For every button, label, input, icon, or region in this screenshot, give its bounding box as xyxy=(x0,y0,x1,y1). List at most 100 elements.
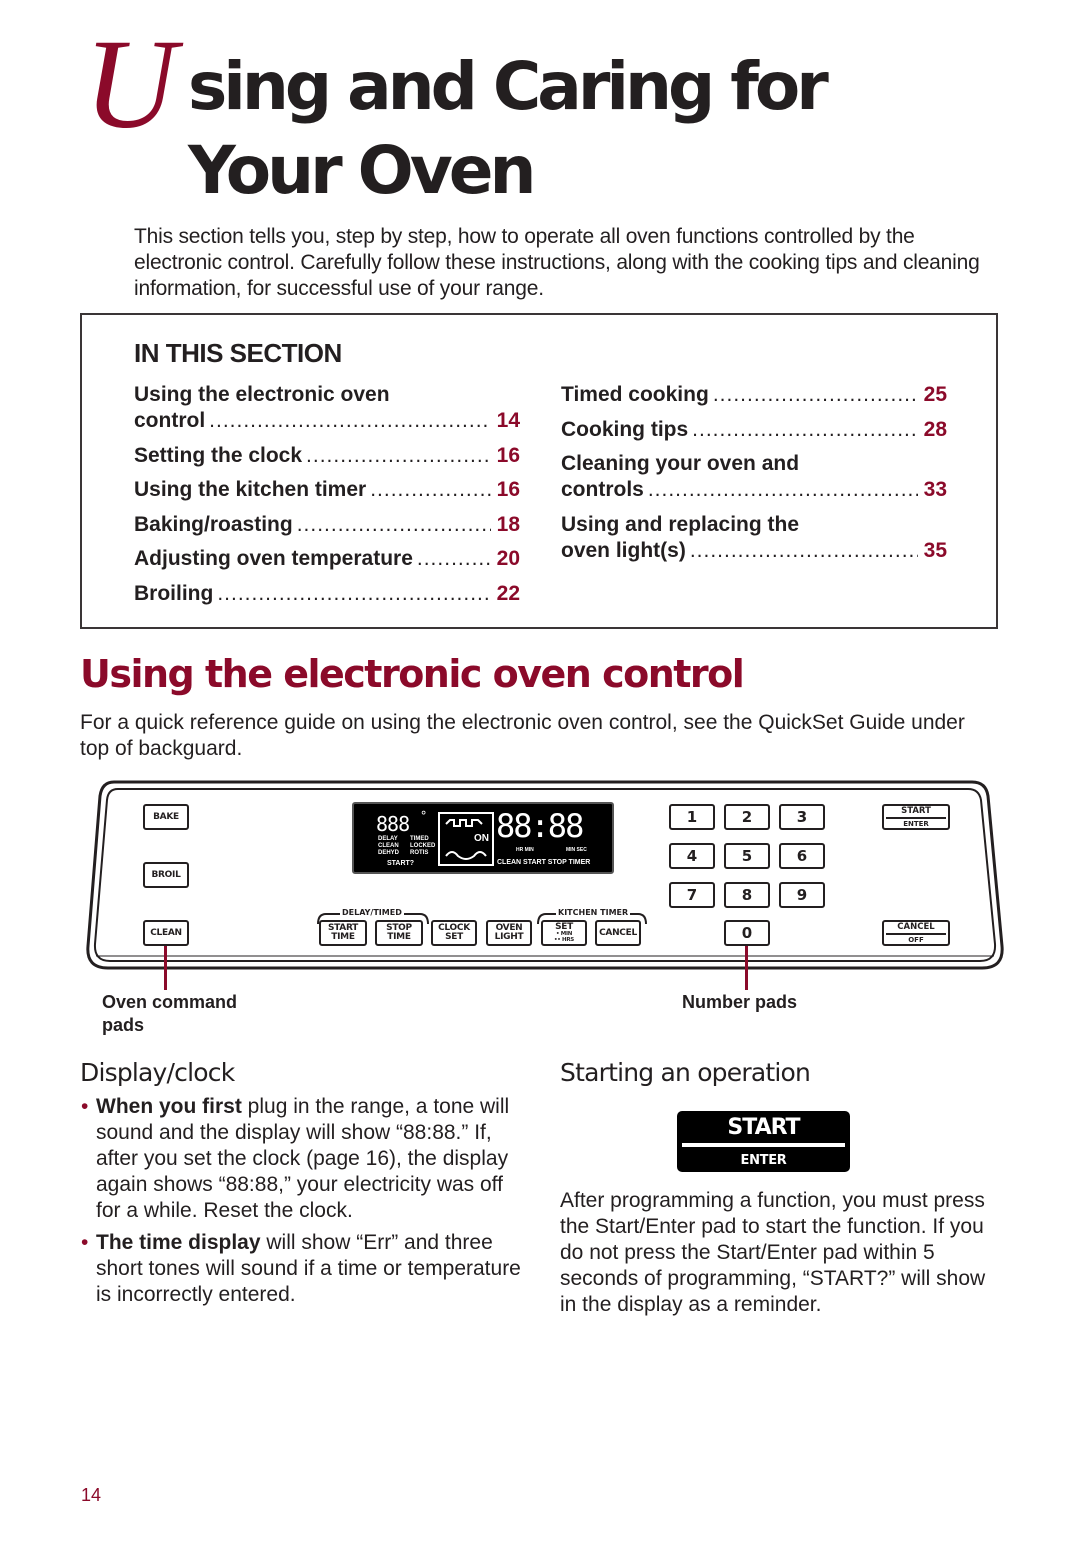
toc-item-label: Using the electronic oven xyxy=(134,383,390,406)
toc-page-number: 16 xyxy=(496,443,520,467)
number-pad-6[interactable]: 6 xyxy=(779,843,825,869)
enter-label: ENTER xyxy=(740,1153,787,1168)
callout-line-command-pads xyxy=(164,946,167,990)
toc-page-number: 18 xyxy=(496,512,520,536)
toc-item[interactable]: Adjusting oven temperature 20 xyxy=(134,546,520,572)
number-pad-8[interactable]: 8 xyxy=(724,882,770,908)
display-clock-heading: Display/clock xyxy=(80,1058,235,1087)
toc-item-label-cont: control xyxy=(134,409,206,432)
bullet-bold-lead: The time display xyxy=(96,1231,261,1254)
bullet-bold-lead: When you first xyxy=(96,1095,242,1118)
leader-dots xyxy=(297,512,491,538)
number-pad-7[interactable]: 7 xyxy=(669,882,715,908)
toc-item-label: Cleaning your oven and xyxy=(561,452,800,475)
toc-right-column: Timed cooking 25 Cooking tips 28 Cleanin… xyxy=(561,382,947,572)
pad-label: TIME xyxy=(331,932,355,942)
toc-item[interactable]: Setting the clock 16 xyxy=(134,443,520,469)
hr-min-label: HR MIN xyxy=(516,847,534,853)
leader-dots xyxy=(692,417,917,443)
number-pad-2[interactable]: 2 xyxy=(724,804,770,830)
toc-item-label: Baking/roasting xyxy=(134,512,293,536)
toc-item-label: Timed cooking xyxy=(561,383,709,406)
page-title-line-2: Your Oven xyxy=(188,132,536,209)
on-indicator: ON xyxy=(474,833,489,844)
toc-item-label-cont: controls xyxy=(561,478,644,501)
start-time-pad[interactable]: START TIME xyxy=(319,920,367,946)
indicator-delay: DELAY xyxy=(378,836,398,842)
leader-dots xyxy=(370,477,490,503)
clock-set-pad[interactable]: CLOCK SET xyxy=(431,920,477,946)
toc-item[interactable]: Cleaning your oven and controls 33 xyxy=(561,451,947,503)
indicator-dehyd: DEHYD xyxy=(378,850,400,856)
page-number: 14 xyxy=(81,1485,102,1505)
leader-dots xyxy=(713,382,918,408)
leader-dots xyxy=(648,477,918,503)
number-pad-3[interactable]: 3 xyxy=(779,804,825,830)
section-intro: For a quick reference guide on using the… xyxy=(80,711,965,760)
timer-cancel-pad[interactable]: CANCEL xyxy=(595,920,641,946)
number-pad-0[interactable]: 0 xyxy=(724,920,770,946)
start-enter-pad[interactable]: START ENTER xyxy=(882,804,950,830)
oven-light-pad[interactable]: OVEN LIGHT xyxy=(486,920,532,946)
bullet-item: • When you first plug in the range, a to… xyxy=(80,1094,525,1224)
callout-number-pads: Number pads xyxy=(682,992,798,1012)
leader-dots xyxy=(217,581,490,607)
number-pad-5[interactable]: 5 xyxy=(724,843,770,869)
toc-item[interactable]: Timed cooking 25 xyxy=(561,382,947,408)
starting-operation-heading: Starting an operation xyxy=(560,1058,811,1087)
toc-page-number: 22 xyxy=(496,581,520,605)
status-words: CLEAN START STOP TIMER xyxy=(497,859,591,866)
bullet-icon: • xyxy=(81,1231,89,1254)
pad-label: CANCEL xyxy=(897,921,935,932)
pad-label: SET xyxy=(445,932,463,942)
oven-display: 888 ° DELAY TIMED CLEAN LOCKED DEHYD ROT… xyxy=(352,802,614,874)
display-clock-bullets: • When you first plug in the range, a to… xyxy=(80,1094,525,1310)
min-sec-label: MIN SEC xyxy=(566,847,587,853)
toc-page-number: 20 xyxy=(496,547,520,570)
indicator-locked: LOCKED xyxy=(410,843,436,849)
bake-pad[interactable]: BAKE xyxy=(143,804,189,830)
temperature-degree: ° xyxy=(420,809,428,823)
callout-line-number-pads xyxy=(745,946,748,990)
toc-item[interactable]: Using the electronic oven control 14 xyxy=(134,382,520,434)
divider xyxy=(682,1143,845,1147)
cancel-off-pad[interactable]: CANCEL OFF xyxy=(882,920,950,946)
leader-dots xyxy=(306,443,491,469)
toc-item-label: Using the kitchen timer xyxy=(134,478,367,501)
temperature-digits: 888 xyxy=(376,812,410,836)
start-label: START xyxy=(727,1115,800,1140)
pad-label: TIME xyxy=(387,932,411,942)
indicator-timed: TIMED xyxy=(410,836,429,842)
indicator-rotis: ROTIS xyxy=(410,850,429,856)
clean-pad[interactable]: CLEAN xyxy=(143,920,189,946)
pad-label: ENTER xyxy=(903,819,929,828)
delay-timed-label: DELAY/TIMED xyxy=(340,908,404,917)
toc-item-label: Cooking tips xyxy=(561,417,689,441)
toc-item[interactable]: Using and replacing the oven light(s) 35 xyxy=(561,512,947,564)
page-title-line-1: sing and Caring for xyxy=(188,48,829,125)
number-pad-1[interactable]: 1 xyxy=(669,804,715,830)
leader-dots xyxy=(417,546,491,572)
toc-item[interactable]: Broiling 22 xyxy=(134,581,520,607)
callout-oven-command-pads: Oven command pads xyxy=(102,992,238,1035)
broil-pad[interactable]: BROIL xyxy=(143,862,189,888)
bullet-item: • The time display will show “Err” and t… xyxy=(80,1230,525,1308)
indicator-clean: CLEAN xyxy=(378,843,399,849)
stop-time-pad[interactable]: STOP TIME xyxy=(375,920,423,946)
number-pad-9[interactable]: 9 xyxy=(779,882,825,908)
timer-set-pad[interactable]: SET • MIN •• HRS xyxy=(541,920,587,946)
number-pad-4[interactable]: 4 xyxy=(669,843,715,869)
in-this-section-heading: IN THIS SECTION xyxy=(134,338,342,368)
kitchen-timer-label: KITCHEN TIMER xyxy=(556,908,631,917)
starting-operation-text: After programming a function, you must p… xyxy=(560,1189,986,1316)
start-enter-illustration: START ENTER xyxy=(677,1111,850,1172)
pad-label: OFF xyxy=(908,935,924,944)
toc-page-number: 16 xyxy=(496,478,520,501)
toc-item[interactable]: Baking/roasting 18 xyxy=(134,512,520,538)
intro-paragraph: This section tells you, step by step, ho… xyxy=(134,225,980,300)
leader-dots xyxy=(209,408,490,434)
clock-digits: 88:88 xyxy=(496,807,584,845)
toc-item-label: Adjusting oven temperature xyxy=(134,547,413,570)
toc-item[interactable]: Cooking tips 28 xyxy=(561,417,947,443)
toc-item[interactable]: Using the kitchen timer 16 xyxy=(134,477,520,503)
